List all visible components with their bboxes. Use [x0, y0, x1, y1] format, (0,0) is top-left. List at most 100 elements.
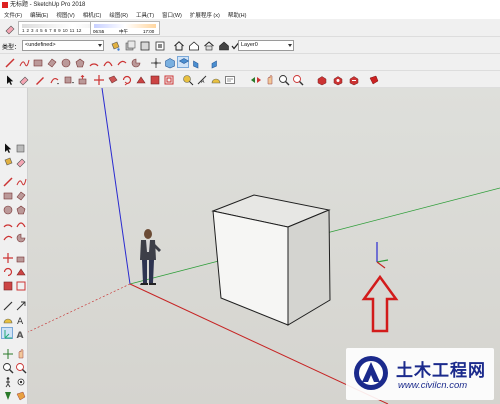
look-around-icon[interactable] [249, 73, 261, 85]
pie-icon[interactable] [14, 231, 26, 243]
push-pull-icon[interactable] [14, 251, 26, 263]
modeling-viewport[interactable]: 土木工程网 www.civilcn.com [28, 88, 500, 404]
orbit-icon[interactable] [1, 347, 13, 359]
time-slider[interactable]: 06:55 中午 17:00 [90, 21, 160, 35]
zoom-extents-icon[interactable] [291, 73, 304, 86]
eraser-icon[interactable] [3, 22, 15, 35]
offset-icon[interactable] [162, 73, 174, 85]
push-pull-2-icon[interactable] [106, 73, 118, 85]
pie-icon[interactable] [129, 56, 141, 68]
3d-warehouse-icon[interactable] [315, 73, 327, 86]
line-icon[interactable] [1, 175, 13, 187]
menu-edit[interactable]: 编辑(E) [26, 11, 52, 19]
section-plane-icon[interactable] [14, 389, 26, 401]
freehand-icon[interactable] [14, 175, 27, 187]
pan-icon[interactable] [263, 73, 275, 85]
rotate-icon[interactable] [1, 265, 13, 277]
chevron-down-icon [98, 44, 102, 47]
menu-help[interactable]: 帮助(H) [224, 11, 251, 19]
text-icon[interactable]: A [14, 313, 26, 326]
look-around-icon[interactable] [14, 375, 26, 387]
make-component-icon[interactable] [123, 39, 136, 51]
arc-icon[interactable] [87, 56, 99, 68]
3d-text-icon[interactable]: A [14, 327, 26, 340]
protractor-icon[interactable] [1, 313, 13, 325]
select-icon[interactable] [1, 141, 13, 153]
push-pull-icon[interactable] [76, 73, 88, 85]
menu-file[interactable]: 文件(F) [0, 11, 26, 19]
extension-warehouse-icon[interactable] [367, 73, 379, 85]
protractor-icon[interactable] [209, 73, 221, 85]
house-outline-icon[interactable] [187, 39, 199, 51]
follow-me-icon[interactable] [14, 265, 26, 277]
freehand-icon[interactable] [17, 56, 30, 68]
zoom-icon[interactable] [277, 73, 290, 86]
right-view-icon[interactable] [205, 56, 217, 69]
front-view-icon[interactable] [191, 56, 203, 69]
styles-icon[interactable] [138, 39, 150, 51]
menu-view[interactable]: 视图(V) [52, 11, 78, 19]
walk-icon[interactable] [1, 375, 13, 388]
figure-shoe [149, 283, 156, 285]
menu-camera[interactable]: 相机(C) [79, 11, 106, 19]
pencil-line-icon[interactable] [3, 56, 15, 68]
position-camera-icon[interactable] [1, 389, 13, 401]
orbit-icon[interactable] [149, 56, 161, 68]
entity-type-label: 类型： [2, 45, 21, 51]
pan-icon[interactable] [14, 347, 26, 359]
layer-combo[interactable]: Layer0 [238, 40, 294, 51]
watermark-title: 土木工程网 [396, 361, 486, 380]
pencil-icon[interactable] [33, 73, 45, 85]
scale-icon[interactable] [148, 73, 160, 85]
entity-type-combo[interactable]: <undefined> [22, 40, 104, 51]
civilcn-logo-icon [354, 356, 388, 390]
tape-measure-icon[interactable] [1, 299, 13, 311]
share-component-icon[interactable] [347, 73, 359, 86]
share-model-icon[interactable] [331, 73, 343, 86]
dimension-icon[interactable]: A [195, 73, 207, 85]
home-icon[interactable] [172, 39, 184, 51]
polygon-icon[interactable] [73, 56, 85, 68]
month-label: 11 [69, 28, 75, 33]
two-point-arc-icon[interactable] [14, 217, 26, 229]
dimension-icon[interactable] [14, 299, 26, 311]
circle-icon[interactable] [1, 203, 13, 215]
menu-draw[interactable]: 绘图(R) [105, 11, 132, 19]
rotate-icon[interactable] [120, 73, 132, 86]
scale-icon[interactable] [1, 279, 13, 291]
make-component-icon[interactable] [14, 141, 26, 153]
rotated-rectangle-icon[interactable] [14, 189, 26, 201]
move-icon[interactable] [92, 73, 104, 85]
two-point-arc-icon[interactable] [101, 56, 113, 68]
paint-bucket-icon[interactable] [1, 155, 13, 167]
freehand-dropdown-icon[interactable] [48, 73, 60, 85]
zoom-window-icon[interactable] [14, 361, 27, 374]
three-point-arc-icon[interactable] [1, 231, 13, 243]
tape-measure-icon[interactable] [181, 73, 194, 86]
axes-icon[interactable] [1, 327, 13, 339]
menu-tools[interactable]: 工具(T) [132, 11, 158, 19]
offset-icon[interactable] [14, 279, 26, 291]
menu-extensions[interactable]: 扩展程序 (x) [186, 11, 224, 19]
text-icon[interactable] [223, 73, 235, 85]
select-arrow-icon[interactable] [3, 73, 15, 85]
arc-icon[interactable] [1, 217, 13, 229]
top-view-icon[interactable] [177, 56, 190, 68]
polygon-icon[interactable] [14, 203, 26, 215]
menu-window[interactable]: 窗口(W) [158, 11, 186, 19]
paint-bucket-icon[interactable] [108, 39, 120, 51]
circle-icon[interactable] [59, 56, 71, 68]
section-icon[interactable] [153, 39, 165, 51]
rectangle-icon[interactable] [31, 56, 43, 68]
follow-me-icon[interactable] [134, 73, 146, 85]
three-point-arc-icon[interactable] [115, 56, 127, 68]
rotated-rectangle-icon[interactable] [45, 56, 57, 68]
eraser-icon[interactable] [14, 155, 26, 168]
iso-view-icon[interactable] [163, 56, 175, 69]
move-icon[interactable] [1, 251, 13, 263]
rectangle-icon[interactable] [1, 189, 13, 201]
zoom-icon[interactable] [1, 361, 14, 374]
house-roof-icon[interactable] [202, 39, 214, 51]
eraser-icon[interactable] [17, 73, 29, 86]
shape-dropdown-icon[interactable] [62, 73, 74, 85]
